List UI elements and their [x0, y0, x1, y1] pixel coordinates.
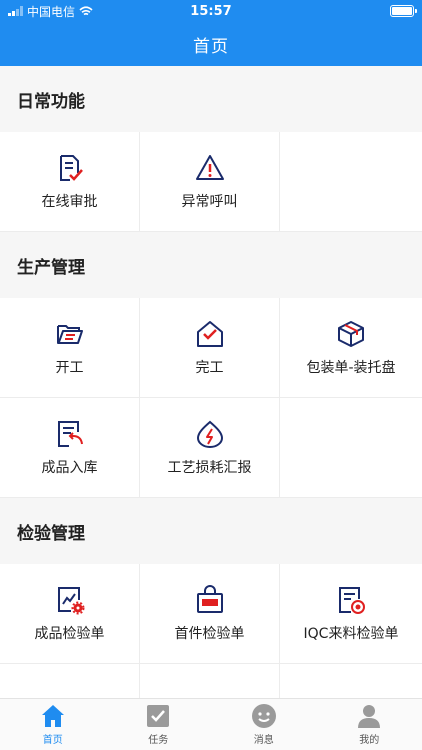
- menu-item-label: 异常呼叫: [181, 193, 238, 210]
- menu-item-start-work[interactable]: 开工: [0, 298, 140, 398]
- menu-item-iqc-inspection[interactable]: IQC来料检验单: [280, 564, 422, 664]
- tab-home[interactable]: 首页: [0, 699, 106, 750]
- message-smile-icon: [251, 704, 276, 728]
- bottom-tab-bar: 首页 任务 消息 我的: [0, 698, 422, 750]
- menu-item-label: IQC来料检验单: [303, 625, 399, 642]
- menu-item-finished-inspection[interactable]: 成品检验单: [0, 564, 140, 664]
- menu-item-online-approval[interactable]: 在线审批: [0, 132, 140, 232]
- home-icon: [41, 705, 64, 727]
- empty-cell: [280, 664, 422, 698]
- tab-task[interactable]: 任务: [106, 699, 212, 750]
- menu-item-label: 首件检验单: [174, 625, 245, 642]
- open-folder-icon: [56, 324, 83, 344]
- user-profile-icon: [358, 705, 381, 728]
- tab-label: 首页: [42, 735, 63, 746]
- production-grid: 开工 完工 包装单-装托盘 成品入库 工艺损耗汇报: [0, 298, 422, 498]
- section-title-daily: 日常功能: [0, 66, 422, 132]
- tab-profile[interactable]: 我的: [317, 699, 422, 750]
- first-bag-icon: [196, 584, 223, 613]
- menu-item-exception-call[interactable]: 异常呼叫: [140, 132, 280, 232]
- lightning-drop-icon: [196, 420, 223, 448]
- inspection-grid: 成品检验单 首件检验单 IQC来料检验单: [0, 564, 422, 698]
- menu-item-process-loss-report[interactable]: 工艺损耗汇报: [140, 398, 280, 498]
- daily-grid: 在线审批 异常呼叫: [0, 132, 422, 232]
- menu-item-label: 包装单-装托盘: [306, 359, 396, 376]
- approval-document-icon: [59, 154, 83, 181]
- tab-label: 消息: [253, 735, 274, 746]
- menu-item-label: 工艺损耗汇报: [167, 459, 252, 476]
- empty-cell: [280, 132, 422, 232]
- menu-item-label: 开工: [55, 359, 84, 376]
- partial-menu-item[interactable]: [140, 664, 280, 698]
- menu-item-label: 成品入库: [41, 459, 98, 476]
- package-box-icon: [338, 320, 364, 347]
- page-title: 首页: [193, 37, 229, 57]
- carrier-label: 中国电信: [27, 4, 76, 19]
- partial-menu-item[interactable]: [0, 664, 140, 698]
- battery-icon: [390, 5, 417, 17]
- chart-gear-icon: [57, 586, 84, 614]
- empty-cell: [280, 398, 422, 498]
- signal-icon: [8, 6, 23, 16]
- menu-item-label: 完工: [195, 359, 224, 376]
- menu-item-first-article-inspection[interactable]: 首件检验单: [140, 564, 280, 664]
- menu-item-packing-pallet[interactable]: 包装单-装托盘: [280, 298, 422, 398]
- menu-item-stock-in[interactable]: 成品入库: [0, 398, 140, 498]
- tab-label: 我的: [359, 735, 380, 746]
- warning-triangle-icon: [195, 154, 224, 180]
- tab-label: 任务: [148, 735, 169, 746]
- section-title-inspection: 检验管理: [0, 498, 422, 564]
- status-bar: 中国电信 15:57: [0, 0, 422, 22]
- stock-in-document-icon: [57, 420, 83, 447]
- house-check-icon: [196, 320, 223, 347]
- menu-item-label: 成品检验单: [34, 625, 105, 642]
- section-title-production: 生产管理: [0, 232, 422, 298]
- main-content[interactable]: 日常功能 在线审批 异常呼叫 生产管理 开工 完工 包装单-装托盘 成品入库 工…: [0, 66, 422, 698]
- top-bar: 中国电信 15:57 首页: [0, 0, 422, 66]
- menu-item-label: 在线审批: [41, 193, 98, 210]
- tab-messages[interactable]: 消息: [211, 699, 317, 750]
- wifi-icon: [79, 5, 93, 15]
- inspection-stamp-icon: [339, 586, 365, 614]
- task-check-icon: [147, 705, 170, 727]
- menu-item-finish-work[interactable]: 完工: [140, 298, 280, 398]
